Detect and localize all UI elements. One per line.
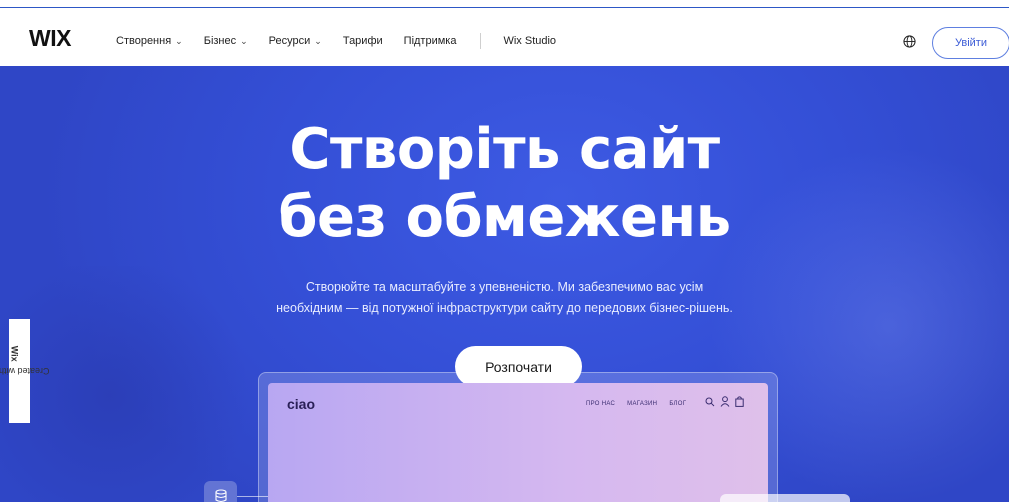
wix-logo[interactable]: WIX: [29, 25, 71, 52]
nav-item-label: Створення: [116, 35, 172, 47]
search-icon: [705, 397, 715, 406]
chevron-down-icon: ⌄: [240, 35, 248, 46]
hero-subtitle: Створюйте та масштабуйте з упевненістю. …: [0, 277, 1009, 319]
site-preview: ciao ПРО НАС МАГАЗИН БЛОГ: [268, 383, 768, 502]
nav-item-resources[interactable]: Ресурси ⌄: [269, 35, 322, 47]
nav-item-business[interactable]: Бізнес ⌄: [204, 35, 248, 47]
badge-text: Created with Wix: [0, 345, 50, 397]
login-button[interactable]: Увійти: [932, 27, 1009, 59]
hero-subtitle-line: Створюйте та масштабуйте з упевненістю. …: [305, 280, 704, 294]
preview-nav-item: БЛОГ: [669, 401, 687, 407]
nav-divider: [480, 33, 482, 49]
main-nav: Створення ⌄ Бізнес ⌄ Ресурси ⌄ Тарифи Пі…: [116, 33, 577, 49]
preview-nav: ПРО НАС МАГАЗИН БЛОГ: [586, 401, 698, 407]
floating-card: [720, 494, 850, 502]
bag-icon: [735, 396, 744, 407]
nav-item-label: Тарифи: [342, 35, 383, 47]
site-header: WIX Створення ⌄ Бізнес ⌄ Ресурси ⌄ Тариф…: [0, 8, 1009, 66]
nav-item-pricing[interactable]: Тарифи: [343, 35, 383, 47]
nav-item-create[interactable]: Створення ⌄: [116, 35, 183, 47]
chevron-down-icon: ⌄: [175, 35, 183, 46]
created-with-wix-badge[interactable]: Created with Wix: [0, 319, 50, 423]
user-icon: [720, 396, 730, 407]
badge-prefix: Created with: [0, 366, 50, 376]
preview-logo: ciao: [287, 396, 316, 412]
hero-subtitle-line: необхідним — від потужної інфраструктури…: [276, 301, 733, 315]
database-icon: [204, 481, 237, 502]
nav-item-wix-studio[interactable]: Wix Studio: [503, 35, 556, 47]
hero-title-line: без обмежень: [278, 185, 731, 250]
connector-line: [237, 496, 268, 497]
chevron-down-icon: ⌄: [314, 35, 322, 46]
nav-item-label: Wix Studio: [503, 35, 557, 47]
hero-title: Створіть сайт без обмежень: [0, 116, 1009, 252]
nav-item-label: Бізнес: [203, 35, 237, 47]
badge-brand: Wix: [9, 345, 20, 362]
hero-title-line: Створіть сайт: [289, 117, 720, 182]
nav-item-support[interactable]: Підтримка: [404, 35, 457, 47]
preview-nav-item: МАГАЗИН: [627, 401, 658, 407]
globe-icon[interactable]: [903, 35, 916, 48]
top-border: [0, 0, 1009, 8]
nav-item-label: Ресурси: [268, 35, 311, 47]
preview-nav-item: ПРО НАС: [586, 401, 616, 407]
preview-icons: [705, 396, 744, 407]
nav-item-label: Підтримка: [403, 35, 457, 47]
